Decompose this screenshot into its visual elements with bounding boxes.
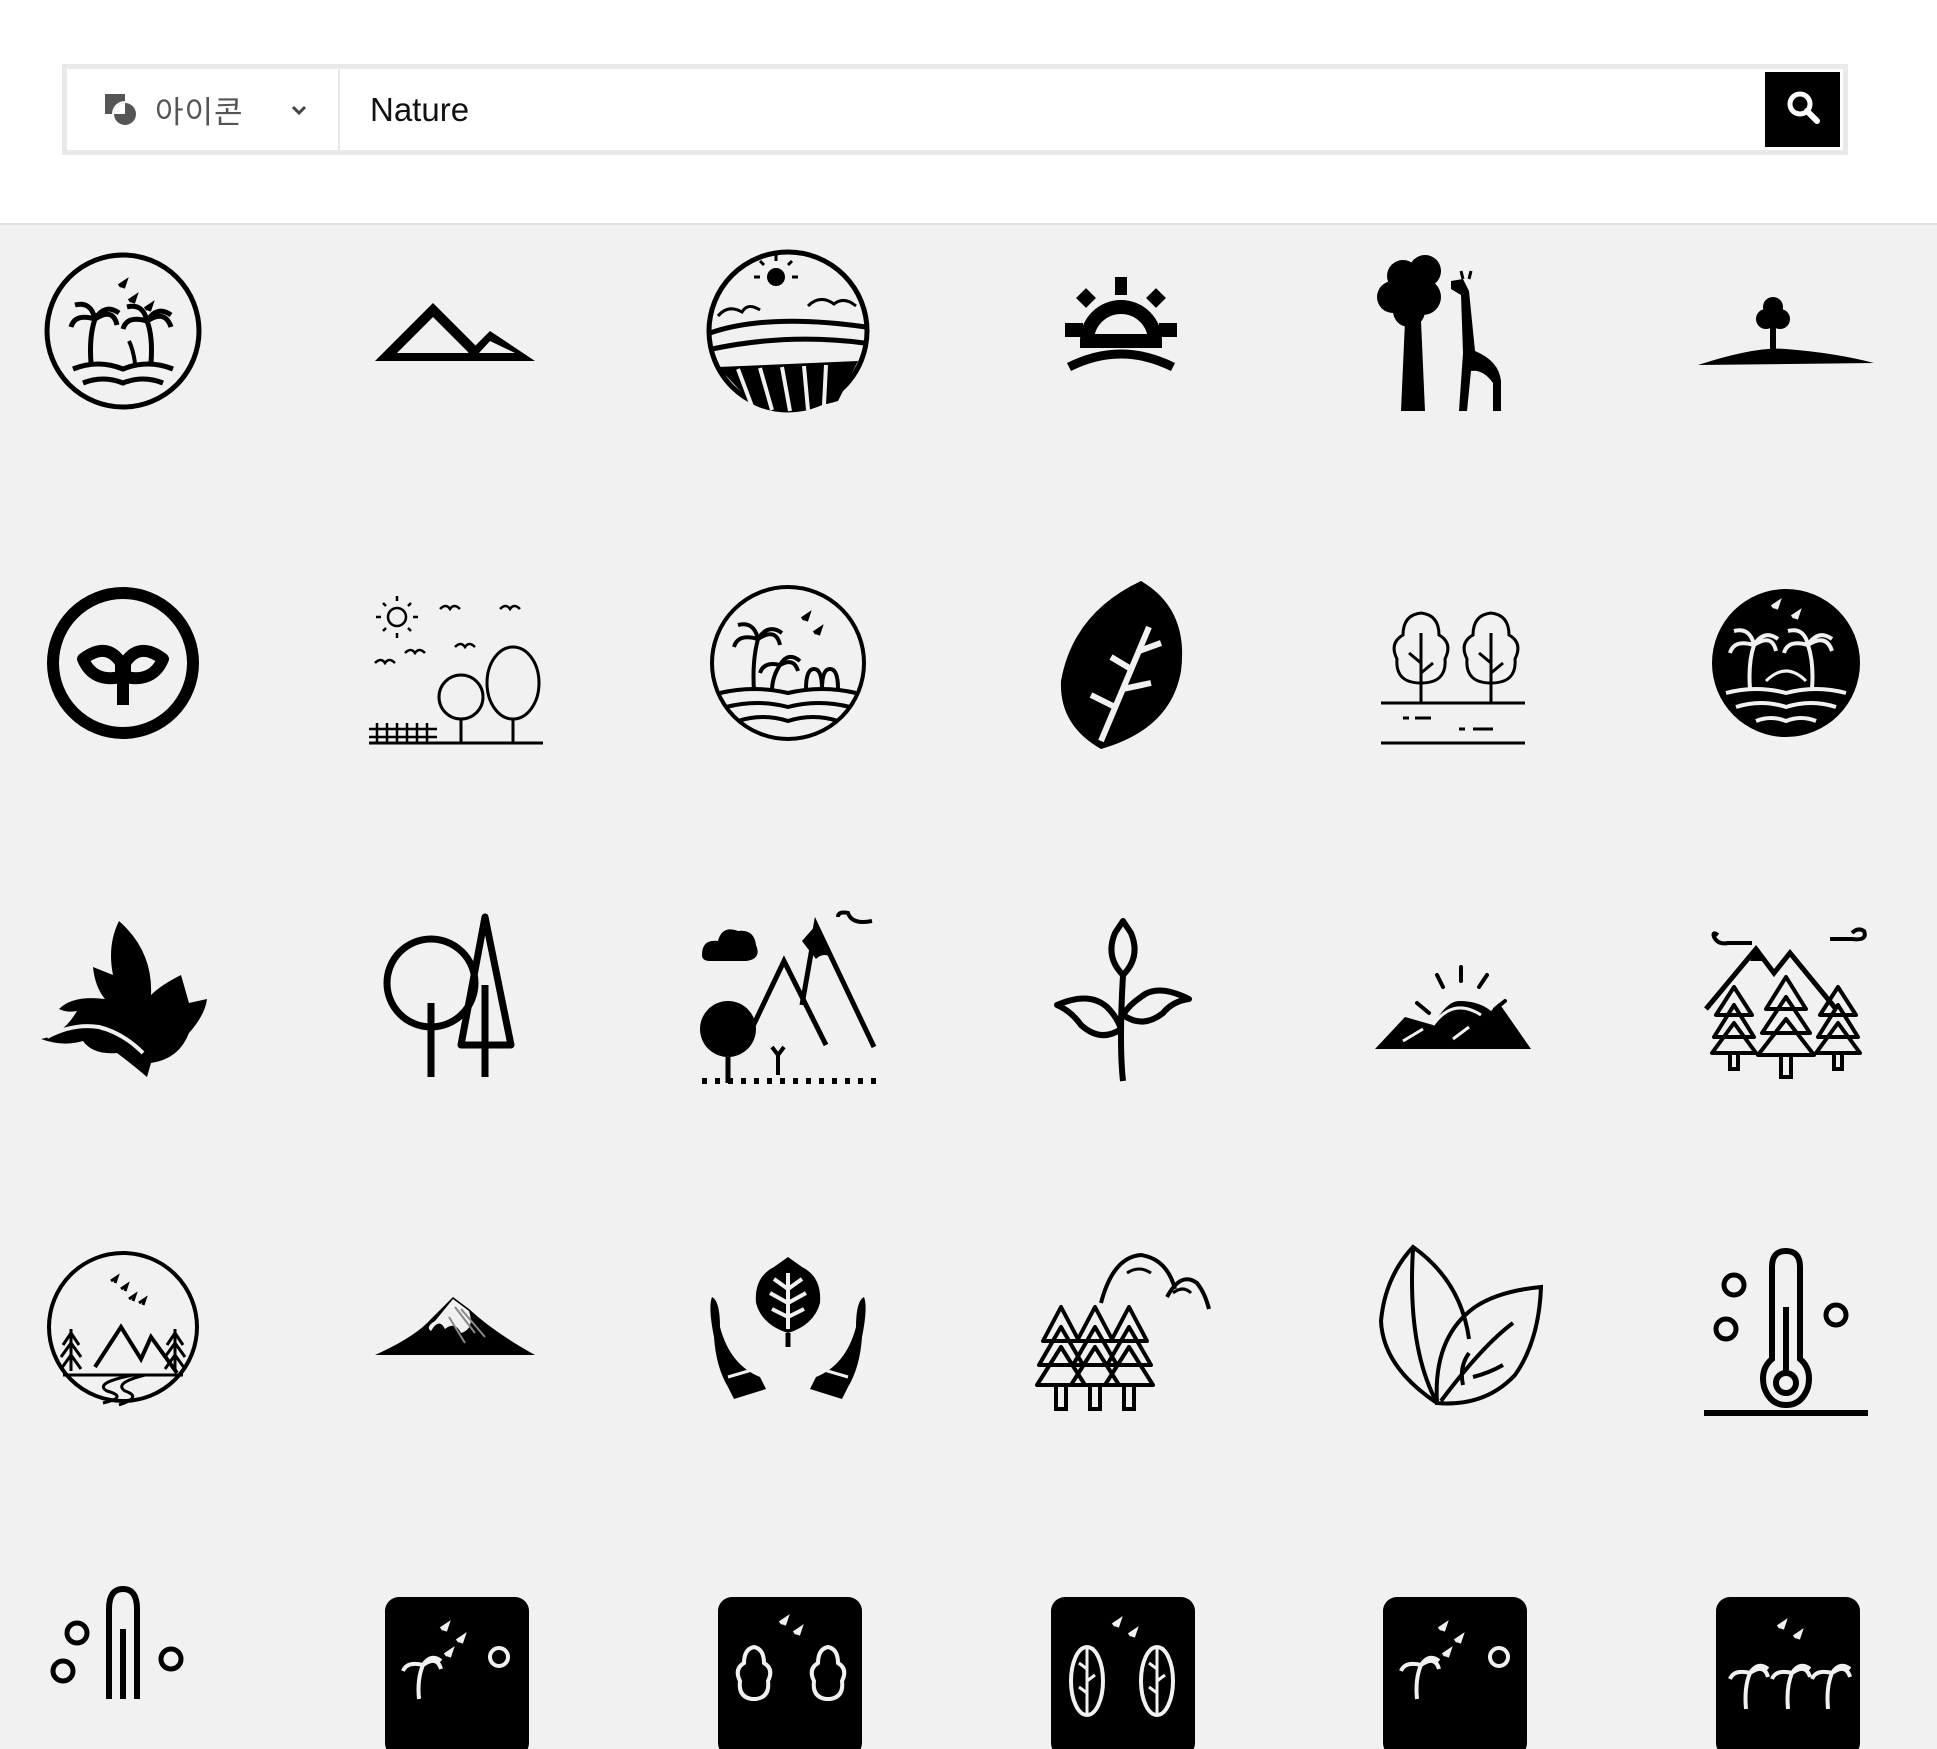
search-bar: 아이콘	[62, 64, 1848, 155]
sprout-circle-icon	[47, 587, 199, 739]
icon-result[interactable]	[1363, 1569, 1543, 1749]
icon-results-grid	[0, 225, 1937, 1749]
icon-result[interactable]	[698, 241, 878, 421]
icon-result[interactable]	[698, 905, 878, 1085]
icon-result[interactable]	[698, 573, 878, 753]
chevron-down-icon	[288, 99, 310, 121]
hill-tree-icon	[1698, 297, 1874, 365]
icon-result[interactable]	[365, 1569, 545, 1749]
icon-result[interactable]	[1031, 573, 1211, 753]
trees-tile-icon	[718, 1597, 862, 1749]
icon-result[interactable]	[33, 905, 213, 1085]
palm-trees-tile-icon	[1716, 1597, 1860, 1749]
hands-leaf-icon	[710, 1257, 866, 1399]
icon-result[interactable]	[1363, 1237, 1543, 1417]
forest-river-circle-icon	[47, 1251, 199, 1407]
search-input[interactable]	[340, 69, 1765, 150]
search-header: 아이콘	[0, 0, 1937, 225]
icon-result[interactable]	[365, 905, 545, 1085]
icon-result[interactable]	[1696, 1237, 1876, 1417]
leaf-icon	[1060, 581, 1183, 749]
trees-simple-icon	[383, 913, 515, 1077]
icon-result[interactable]	[1696, 241, 1876, 421]
icon-result[interactable]	[1031, 1237, 1211, 1417]
icon-result[interactable]	[1696, 1569, 1876, 1749]
icon-result[interactable]	[1031, 905, 1211, 1085]
search-button[interactable]	[1765, 72, 1840, 147]
icon-result[interactable]	[33, 241, 213, 421]
mountain-landscape-icon	[700, 910, 877, 1084]
tropical-beach-circle-icon	[710, 585, 866, 741]
plant-sprout-icon	[1054, 918, 1192, 1082]
bird-leaf-icon	[41, 921, 207, 1077]
pine-forest-hills-icon	[1035, 1252, 1211, 1411]
icon-result[interactable]	[698, 1237, 878, 1417]
park-trees-birds-icon	[369, 596, 543, 745]
icon-result[interactable]	[1031, 1569, 1211, 1749]
shapes-icon	[103, 92, 139, 128]
sunrise-icon	[1065, 277, 1177, 372]
search-inner: 아이콘	[67, 69, 1843, 150]
palm-moon-tile-icon	[385, 1597, 529, 1749]
asset-type-dropdown[interactable]: 아이콘	[67, 69, 340, 150]
thermometer-icon	[1704, 1247, 1868, 1416]
icon-result[interactable]	[365, 241, 545, 421]
thermometer-partial-icon	[50, 1585, 184, 1699]
icon-result[interactable]	[33, 573, 213, 753]
icon-result[interactable]	[365, 1237, 545, 1417]
icon-result[interactable]	[33, 1237, 213, 1417]
tree-giraffe-icon	[1377, 255, 1501, 411]
icon-result[interactable]	[1363, 241, 1543, 421]
icon-result[interactable]	[698, 1569, 878, 1749]
palm-moon-tile-2-icon	[1383, 1597, 1527, 1749]
two-leaves-icon	[1378, 1244, 1543, 1406]
snow-mountain-icon	[375, 1297, 535, 1355]
search-icon	[1785, 89, 1821, 130]
asset-type-label: 아이콘	[155, 95, 244, 130]
sunset-mountains-icon	[1375, 965, 1531, 1049]
icon-result[interactable]	[365, 573, 545, 753]
mountains-icon	[375, 303, 535, 361]
icon-result[interactable]	[1363, 905, 1543, 1085]
palm-island-circle-icon	[44, 252, 202, 410]
forest-mountains-icon	[1704, 927, 1867, 1079]
leaves-tile-icon	[1051, 1597, 1195, 1749]
icon-result[interactable]	[1363, 573, 1543, 753]
icon-result[interactable]	[1696, 905, 1876, 1085]
farmland-landscape-circle-icon	[706, 249, 870, 413]
icon-result[interactable]	[1696, 573, 1876, 753]
trees-outline-icon	[1381, 611, 1525, 745]
icon-result[interactable]	[1031, 241, 1211, 421]
palm-island-dark-circle-icon	[1712, 589, 1860, 737]
icon-result[interactable]	[33, 1569, 213, 1749]
